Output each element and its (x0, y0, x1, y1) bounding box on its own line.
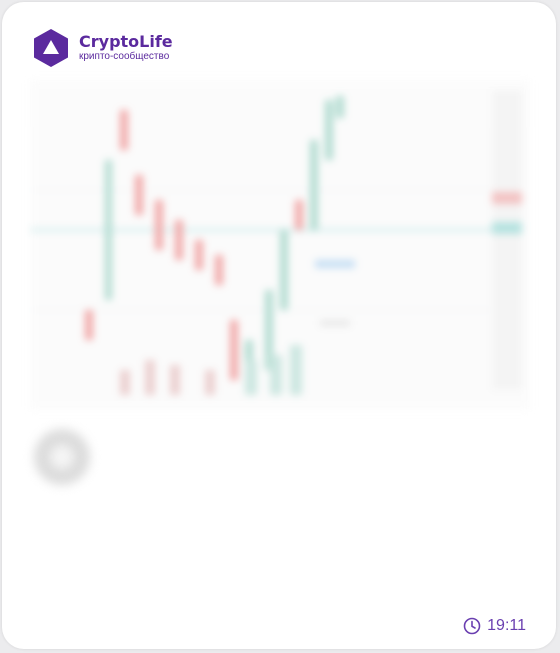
brand-tagline: крипто-сообщество (79, 51, 170, 62)
brand-header: CryptoLife крипто-сообщество (32, 28, 173, 68)
blurred-chart-image[interactable] (30, 80, 530, 410)
avatar (34, 429, 90, 485)
chart-preview (30, 80, 530, 410)
message-card: CryptoLife крипто-сообщество 19:11 (2, 2, 556, 649)
brand-name: CryptoLife (79, 32, 173, 51)
brand-text: CryptoLife крипто-сообщество (79, 33, 173, 63)
blurred-post-preview (2, 417, 556, 607)
clock-icon (463, 617, 481, 635)
hexagon-logo-icon (34, 29, 68, 67)
time-label: 19:11 (487, 617, 526, 634)
message-timestamp: 19:11 (463, 617, 526, 635)
